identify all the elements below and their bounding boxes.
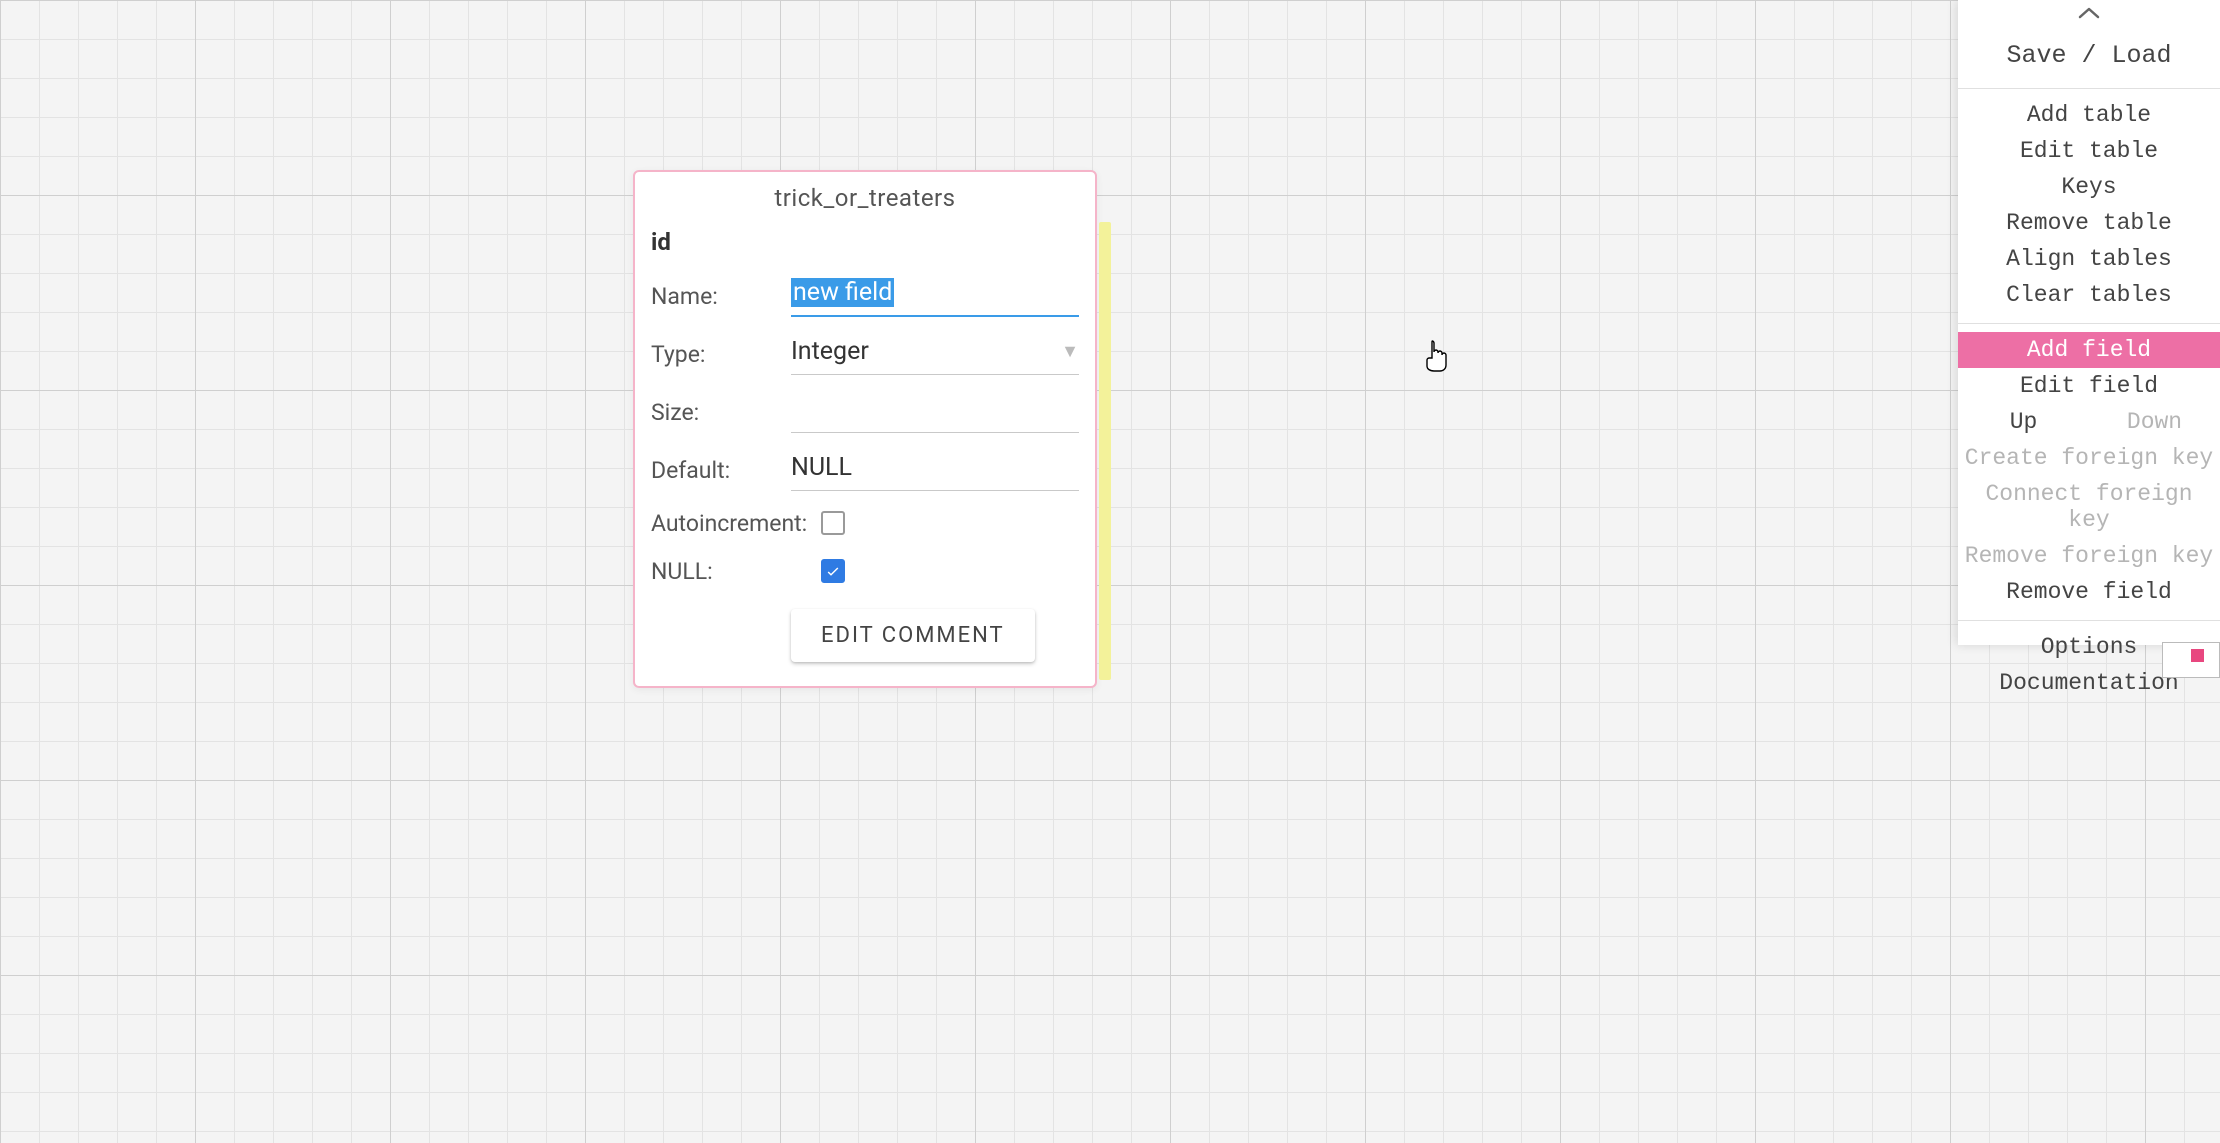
label-type: Type: [651, 341, 791, 368]
form-row-name: Name: new field [651, 268, 1079, 325]
sidebar-item-edit-field[interactable]: Edit field [1958, 368, 2220, 404]
form-row-size: Size: [651, 383, 1079, 441]
type-select-value: Integer [791, 337, 869, 366]
form-row-autoincrement: Autoincrement: [651, 499, 1079, 547]
chevron-down-icon: ▼ [1061, 341, 1079, 362]
sidebar-item-clear-tables[interactable]: Clear tables [1958, 277, 2220, 313]
check-icon [825, 563, 841, 579]
table-title: trick_or_treaters [635, 172, 1095, 222]
sidebar-item-remove-field[interactable]: Remove field [1958, 574, 2220, 610]
minimap[interactable] [2162, 642, 2220, 678]
sidebar-item-up[interactable]: Up [1958, 404, 2089, 440]
sidebar-item-align-tables[interactable]: Align tables [1958, 241, 2220, 277]
sidebar-item-remove-foreign-key[interactable]: Remove foreign key [1958, 538, 2220, 574]
default-input[interactable] [791, 449, 1079, 491]
chevron-up-icon [2078, 6, 2100, 20]
sidebar-item-add-table[interactable]: Add table [1958, 97, 2220, 133]
sidebar-item-remove-table[interactable]: Remove table [1958, 205, 2220, 241]
sidebar-item-add-field[interactable]: Add field [1958, 332, 2220, 368]
form-row-type: Type: Integer ▼ [651, 325, 1079, 383]
label-name: Name: [651, 283, 791, 310]
sidebar-item-create-foreign-key[interactable]: Create foreign key [1958, 440, 2220, 476]
table-body: id Name: new field Type: Integer ▼ Size: [635, 222, 1095, 686]
selection-highlight [1099, 222, 1111, 680]
label-null: NULL: [651, 558, 821, 585]
existing-field-id[interactable]: id [651, 222, 1079, 268]
size-input[interactable] [791, 391, 1079, 433]
autoincrement-checkbox[interactable] [821, 511, 845, 535]
label-default: Default: [651, 457, 791, 484]
type-select[interactable]: Integer ▼ [791, 333, 1079, 375]
sidebar-item-connect-foreign-key[interactable]: Connect foreign key [1958, 476, 2220, 538]
sidebar-item-save-load[interactable]: Save / Load [1958, 33, 2220, 78]
label-size: Size: [651, 399, 791, 426]
table-card[interactable]: trick_or_treaters id Name: new field Typ… [633, 170, 1097, 688]
name-input[interactable]: new field [791, 276, 1079, 317]
sidebar-item-edit-table[interactable]: Edit table [1958, 133, 2220, 169]
minimap-table-marker [2191, 649, 2204, 662]
form-row-default: Default: [651, 441, 1079, 499]
name-input-selected-text: new field [791, 278, 894, 307]
sidebar: Save / Load Add table Edit table Keys Re… [1958, 0, 2220, 645]
sidebar-item-down[interactable]: Down [2089, 404, 2220, 440]
sidebar-item-keys[interactable]: Keys [1958, 169, 2220, 205]
edit-comment-button[interactable]: EDIT COMMENT [791, 609, 1035, 662]
label-autoincrement: Autoincrement: [651, 510, 821, 537]
collapse-sidebar-button[interactable] [1958, 0, 2220, 25]
form-row-null: NULL: [651, 547, 1079, 595]
null-checkbox[interactable] [821, 559, 845, 583]
